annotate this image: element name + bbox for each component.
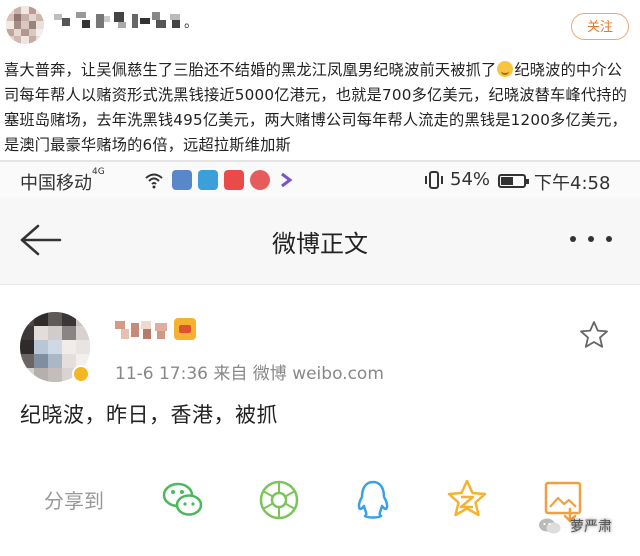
post-text: 喜大普奔，让吴佩慈生了三胎还不结婚的黑龙江凤凰男纪晓波前天被抓了 纪晓波的中介公司… <box>4 58 636 158</box>
more-options-icon[interactable] <box>568 236 614 246</box>
qzone-icon[interactable] <box>444 477 490 523</box>
member-crown-icon <box>174 318 196 340</box>
weibo-screenshot: 中国移动4G 54% 下午4:58 微博正文 11-6 17:36 来自 微博 … <box>0 160 640 556</box>
pixelated-author-name <box>115 321 167 339</box>
wifi-icon <box>145 173 163 189</box>
carrier-name: 中国移动4G <box>20 167 105 194</box>
battery-icon <box>498 174 529 188</box>
browser-app-icon <box>198 170 218 190</box>
status-bar: 中国移动4G 54% 下午4:58 <box>0 162 640 198</box>
pixelated-username <box>54 12 180 28</box>
vibrate-icon <box>425 171 443 189</box>
username-suffix: 。 <box>184 15 198 31</box>
page-title: 微博正文 <box>272 230 368 258</box>
pixelated-avatar-image <box>6 6 44 44</box>
post-text-part1: 喜大普奔，让吴佩慈生了三胎还不结婚的黑龙江凤凰男纪晓波前天被抓了 <box>4 61 497 79</box>
battery-percent: 54% <box>450 169 491 190</box>
post-meta: 11-6 17:36 来自 微博 weibo.com <box>115 364 384 384</box>
network-type: 4G <box>92 167 105 177</box>
status-time: 下午4:58 <box>534 173 611 194</box>
follow-button[interactable]: 关注 <box>571 13 629 40</box>
verified-badge-icon <box>72 365 90 383</box>
news-app-icon <box>224 170 244 190</box>
favorite-star-icon[interactable] <box>578 319 610 351</box>
watermark-text: 萝严肃 <box>570 519 612 535</box>
photo-app-icon <box>172 170 192 190</box>
smile-emoji-icon <box>497 61 514 77</box>
original-post: 。 关注 喜大普奔，让吴佩慈生了三胎还不结婚的黑龙江凤凰男纪晓波前天被抓了 纪晓波… <box>0 0 640 160</box>
share-label: 分享到 <box>44 489 104 513</box>
user-avatar[interactable] <box>6 6 44 44</box>
wechat-logo-icon <box>539 518 561 534</box>
weibo-app-icon <box>250 170 270 190</box>
post-body-text: 纪晓波，昨日，香港，被抓 <box>20 403 278 427</box>
navigation-bar: 微博正文 <box>0 198 640 285</box>
more-notifications-icon <box>281 172 293 188</box>
qq-icon[interactable] <box>350 477 396 523</box>
wechat-icon[interactable] <box>160 477 206 523</box>
moments-icon[interactable] <box>256 477 302 523</box>
